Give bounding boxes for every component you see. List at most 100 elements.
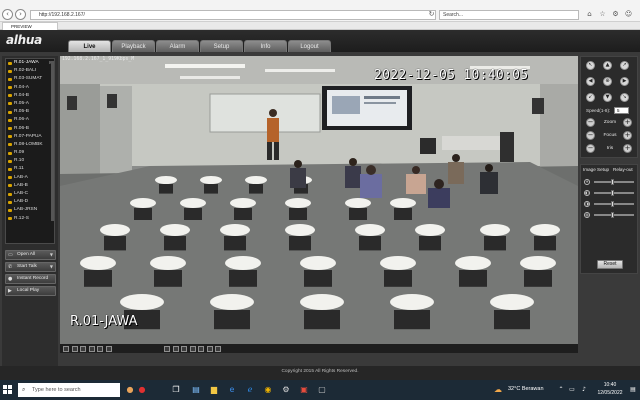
ptz-down-right-icon[interactable]: ↘ bbox=[620, 93, 629, 102]
live-video-view[interactable]: 192.168.2.167_1_919Kbps_M 2022-12-05 10:… bbox=[60, 56, 578, 344]
speed-select[interactable]: 5 bbox=[614, 107, 629, 114]
network-icon[interactable]: ▭ bbox=[566, 384, 578, 396]
windows-start-icon[interactable] bbox=[3, 385, 13, 395]
iris-plus-icon[interactable]: + bbox=[623, 144, 632, 153]
app-window-icon[interactable]: ▢ bbox=[316, 384, 328, 396]
record-app-icon[interactable]: ● bbox=[136, 384, 148, 396]
channel-item[interactable]: R.08-LOMBK bbox=[6, 141, 54, 149]
slider-thumb[interactable] bbox=[610, 212, 614, 218]
image-slider[interactable] bbox=[594, 190, 634, 196]
notifications-icon[interactable]: ▤ bbox=[627, 384, 639, 396]
forward-icon[interactable]: › bbox=[15, 9, 26, 20]
slider-thumb[interactable] bbox=[610, 201, 614, 207]
channel-item[interactable]: R.05-B bbox=[6, 108, 54, 116]
taskbar-search-input[interactable]: ⌕ Type here to search bbox=[18, 383, 120, 397]
channel-item[interactable]: LAB-C bbox=[6, 190, 54, 198]
ptz-left-icon[interactable]: ◀ bbox=[586, 77, 595, 86]
address-bar[interactable]: http://192.168.2.167/ bbox=[30, 10, 436, 20]
channel-item[interactable]: R.03-SUMAT bbox=[6, 75, 54, 83]
edge-browser-icon[interactable]: e bbox=[226, 384, 238, 396]
iris-minus-icon[interactable]: − bbox=[586, 144, 595, 153]
ptz-right-icon[interactable]: ▶ bbox=[620, 77, 629, 86]
ptz-up-icon[interactable]: ▲ bbox=[603, 61, 612, 70]
start-talk-button[interactable]: ✆ Start Talk ▼ bbox=[5, 262, 56, 272]
image-slider[interactable] bbox=[594, 179, 634, 185]
channel-item[interactable]: R.12-S bbox=[6, 215, 54, 223]
home-icon[interactable]: ⌂ bbox=[585, 9, 594, 19]
ptz-up-right-icon[interactable]: ↗ bbox=[620, 61, 629, 70]
clock-time: 10:40 bbox=[603, 382, 617, 388]
tab-setup[interactable]: Setup bbox=[200, 40, 243, 52]
slider-thumb[interactable] bbox=[610, 179, 614, 185]
channel-item[interactable]: LAB-A bbox=[6, 174, 54, 182]
reset-button[interactable]: Reset bbox=[597, 260, 623, 269]
tab-relay-out[interactable]: Relay-out bbox=[613, 167, 633, 172]
tab-playback[interactable]: Playback bbox=[112, 40, 155, 52]
chrome-browser-icon[interactable]: ◉ bbox=[262, 384, 274, 396]
channel-list-scrollbar[interactable] bbox=[51, 61, 54, 221]
layout-1-icon[interactable] bbox=[63, 345, 69, 352]
channel-item[interactable]: R.06-A bbox=[6, 116, 54, 124]
store-icon[interactable]: ▤ bbox=[190, 384, 202, 396]
layout-16-icon[interactable] bbox=[88, 345, 95, 352]
channel-item[interactable]: R.09 bbox=[6, 149, 54, 157]
fullscreen-icon[interactable] bbox=[97, 345, 103, 352]
channel-item[interactable]: R.11 bbox=[6, 165, 54, 173]
channel-item[interactable]: R.05-A bbox=[6, 100, 54, 108]
focus-minus-icon[interactable]: − bbox=[586, 131, 595, 140]
channel-item[interactable]: R.10 bbox=[6, 157, 54, 165]
channel-item[interactable]: LAB-JRSN bbox=[6, 206, 54, 214]
fit-icon[interactable] bbox=[105, 345, 112, 352]
channel-item[interactable]: R.06-B bbox=[6, 125, 54, 133]
local-play-button[interactable]: ▶ Local Play bbox=[5, 286, 56, 296]
slider-thumb[interactable] bbox=[610, 190, 614, 196]
zoom-digital-icon[interactable] bbox=[181, 345, 187, 352]
image-slider[interactable] bbox=[594, 201, 634, 207]
zoom-in-icon[interactable]: + bbox=[623, 118, 632, 127]
instant-record-button[interactable]: ● Instant Record bbox=[5, 274, 56, 284]
channel-item[interactable]: R.01-JAWAM bbox=[6, 59, 54, 67]
ie-browser-icon[interactable]: ℯ bbox=[244, 384, 256, 396]
taskbar-clock[interactable]: 10:40 12/05/2022 bbox=[595, 382, 625, 397]
tab-info[interactable]: Info bbox=[244, 40, 287, 52]
channel-item[interactable]: R.04-B bbox=[6, 92, 54, 100]
layout-9-icon[interactable] bbox=[80, 345, 86, 352]
audio-icon[interactable] bbox=[189, 345, 196, 352]
cortana-avatar-icon[interactable]: ● bbox=[124, 384, 136, 396]
channel-item[interactable]: R.04-A bbox=[6, 84, 54, 92]
refresh-icon[interactable]: ↻ bbox=[427, 9, 436, 19]
settings-gear-icon[interactable]: ⚙ bbox=[611, 9, 620, 19]
back-icon[interactable]: ‹ bbox=[2, 9, 13, 20]
tab-live[interactable]: Live bbox=[68, 40, 111, 52]
channel-item[interactable]: R.02-BALI bbox=[6, 67, 54, 75]
feedback-icon[interactable]: ☺ bbox=[624, 9, 633, 19]
task-view-icon[interactable]: ❐ bbox=[170, 384, 182, 396]
zoom-out-icon[interactable]: − bbox=[586, 118, 595, 127]
tab-alarm[interactable]: Alarm bbox=[156, 40, 199, 52]
snapshot-icon[interactable] bbox=[164, 345, 170, 352]
focus-plus-icon[interactable]: + bbox=[623, 131, 632, 140]
stream-icon[interactable] bbox=[215, 345, 221, 352]
channel-item[interactable]: LAB-D bbox=[6, 198, 54, 206]
pdf-app-icon[interactable]: ▣ bbox=[298, 384, 310, 396]
browser-tab-preview[interactable]: PREVIEW bbox=[2, 22, 58, 30]
channel-item[interactable]: LAB-B bbox=[6, 182, 54, 190]
open-all-button[interactable]: ▭ Open All ▼ bbox=[5, 250, 56, 260]
smart-icon[interactable] bbox=[198, 345, 204, 352]
ptz-up-left-icon[interactable]: ↖ bbox=[586, 61, 595, 70]
browser-search-input[interactable]: Search... bbox=[439, 10, 579, 20]
file-explorer-icon[interactable]: ▆ bbox=[208, 384, 220, 396]
settings-app-icon[interactable]: ⚙ bbox=[280, 384, 292, 396]
favorites-icon[interactable]: ☆ bbox=[598, 9, 607, 19]
record-clip-icon[interactable] bbox=[172, 345, 179, 352]
channel-item[interactable]: R.07-PAPUA bbox=[6, 133, 54, 141]
aspect-icon[interactable] bbox=[206, 345, 213, 352]
image-slider[interactable] bbox=[594, 212, 634, 218]
volume-icon[interactable]: ♪ bbox=[578, 384, 590, 396]
tab-logout[interactable]: Logout bbox=[288, 40, 331, 52]
ptz-down-icon[interactable]: ▼ bbox=[603, 93, 612, 102]
layout-4-icon[interactable] bbox=[71, 345, 78, 352]
tab-image-setup[interactable]: Image Setup bbox=[583, 167, 609, 172]
ptz-down-left-icon[interactable]: ↙ bbox=[586, 93, 595, 102]
ptz-center-zoom-icon[interactable]: ⊕ bbox=[603, 77, 612, 86]
